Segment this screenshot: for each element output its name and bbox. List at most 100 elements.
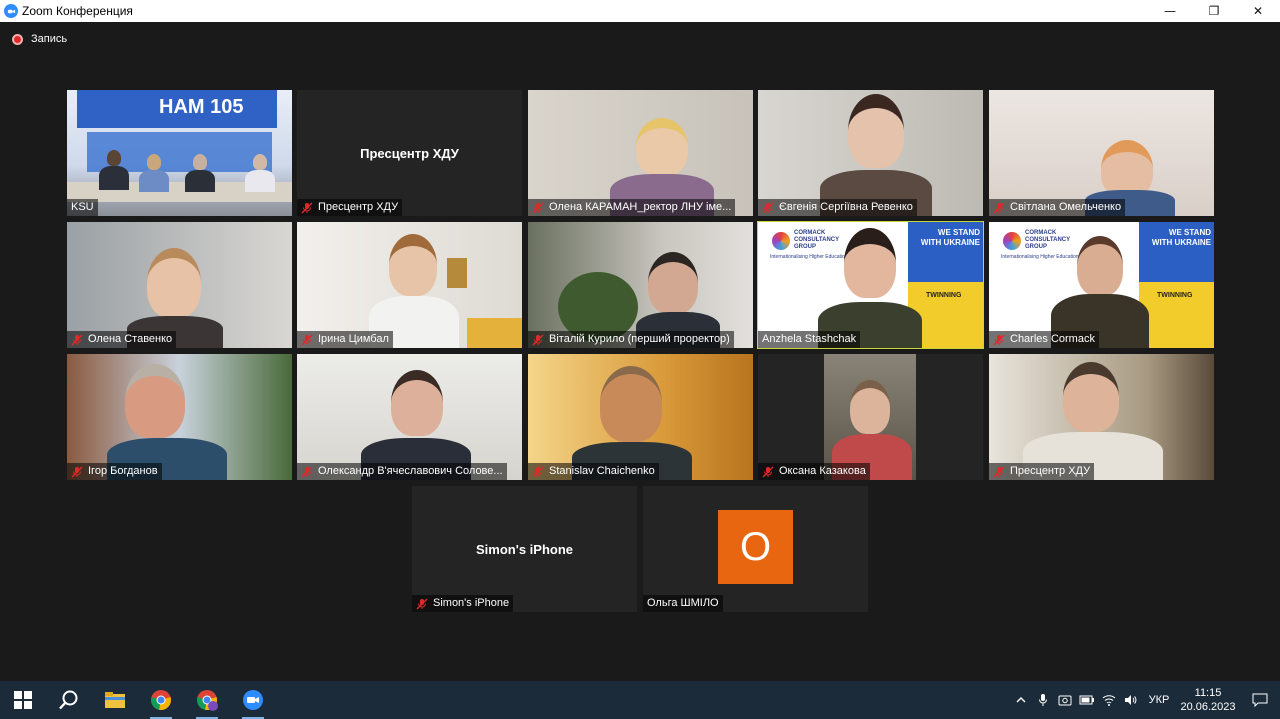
recording-indicator[interactable]: Запись [12, 33, 67, 45]
muted-mic-icon [301, 466, 313, 477]
participant-name-label: Stanislav Chaichenko [528, 463, 659, 480]
participant-tile-8-active-speaker[interactable]: CORMACK CONSULTANCY GROUP Internationali… [757, 221, 984, 349]
participant-display-name: Simon's iPhone [476, 541, 573, 557]
banner-text: НАМ 105 [159, 96, 244, 118]
muted-mic-icon [71, 466, 83, 477]
participant-tile-3[interactable]: Євгенія Сергіївна Ревенко [758, 90, 983, 216]
participant-name: Пресцентр ХДУ [318, 201, 399, 213]
participant-tile-13[interactable]: Оксана Казакова [758, 354, 983, 480]
avatar: О [718, 510, 793, 584]
microphone-icon[interactable] [1032, 681, 1054, 719]
window-title: Zoom Конференция [22, 4, 133, 18]
participant-name: Пресцентр ХДУ [1010, 465, 1091, 477]
battery-icon[interactable] [1076, 681, 1098, 719]
record-icon [12, 33, 23, 45]
participant-name: Олена Ставенко [88, 333, 173, 345]
participant-name: Олександр В'ячеславович Солове... [318, 465, 503, 477]
participant-name: Світлана Омельченко [1010, 201, 1122, 213]
participant-name: Stanislav Chaichenko [549, 465, 655, 477]
participant-name-label: Ольга ШМІЛО [643, 595, 723, 612]
participant-tile-6[interactable]: Ірина Цимбал [297, 222, 522, 348]
muted-mic-icon [762, 202, 774, 213]
notification-icon[interactable] [1240, 681, 1280, 719]
participant-name-label: Олександр В'ячеславович Солове... [297, 463, 507, 480]
participant-name-label: Світлана Омельченко [989, 199, 1126, 216]
maximize-button[interactable]: ❐ [1192, 0, 1236, 22]
participant-tile-12[interactable]: Stanislav Chaichenko [528, 354, 753, 480]
participant-name: KSU [71, 201, 94, 213]
search-icon[interactable] [46, 681, 92, 719]
banner-sub-text: Internationalising Higher Education [1001, 254, 1079, 260]
muted-mic-icon [532, 202, 544, 213]
participant-name-label: Simon's iPhone [412, 595, 514, 612]
banner-sub-text: Internationalising Higher Education [770, 254, 848, 260]
participant-tile-14[interactable]: Пресцентр ХДУ [989, 354, 1214, 480]
participant-display-name: Пресцентр ХДУ [360, 145, 459, 161]
clock-date: 20.06.2023 [1180, 701, 1236, 713]
close-button[interactable]: ✕ [1236, 0, 1280, 22]
participant-name-label: Ірина Цимбал [297, 331, 393, 348]
participant-tile-7[interactable]: Віталій Курило (перший проректор) [528, 222, 753, 348]
participant-name-label: KSU [67, 199, 98, 216]
participant-name: Віталій Курило (перший проректор) [549, 333, 730, 345]
muted-mic-icon [416, 598, 428, 609]
participant-name-label: Оксана Казакова [758, 463, 870, 480]
minimize-button[interactable]: — [1148, 0, 1192, 22]
participant-tile-15[interactable]: Simon's iPhone Simon's iPhone [412, 486, 637, 612]
participant-tile-1[interactable]: Пресцентр ХДУ Пресцентр ХДУ [297, 90, 522, 216]
windows-start-icon[interactable] [0, 681, 46, 719]
file-explorer-icon[interactable] [92, 681, 138, 719]
meeting-gallery: Запись НАМ 105 KSU Пресцентр ХДУ Пресцен… [0, 22, 1280, 681]
zoom-taskbar-icon[interactable] [230, 681, 276, 719]
participant-name: Anzhela Stashchak [762, 333, 857, 345]
muted-mic-icon [301, 334, 313, 345]
clock[interactable]: 11:15 20.06.2023 [1176, 686, 1240, 714]
participant-tile-5[interactable]: Олена Ставенко [67, 222, 292, 348]
banner-right-text: WE STAND WITH UKRAINE [920, 228, 980, 247]
participant-name-label: Євгенія Сергіївна Ревенко [758, 199, 917, 216]
participant-name-label: Charles Cormack [989, 331, 1099, 348]
participant-name-label: Пресцентр ХДУ [989, 463, 1095, 480]
chrome-icon[interactable] [138, 681, 184, 719]
muted-mic-icon [532, 466, 544, 477]
participant-name: Оксана Казакова [779, 465, 866, 477]
volume-icon[interactable] [1120, 681, 1142, 719]
camera-icon[interactable] [1054, 681, 1076, 719]
participant-name: Simon's iPhone [433, 597, 510, 609]
chevron-up-icon[interactable] [1010, 681, 1032, 719]
participant-name-label: Олена Ставенко [67, 331, 177, 348]
participant-tile-9[interactable]: CORMACK CONSULTANCY GROUP Internationali… [989, 222, 1214, 348]
participant-name: Євгенія Сергіївна Ревенко [779, 201, 913, 213]
recording-label: Запись [31, 33, 68, 45]
participant-name: Ірина Цимбал [318, 333, 389, 345]
participant-name-label: Олена КАРАМАН_ректор ЛНУ іме... [528, 199, 736, 216]
participant-tile-2[interactable]: Олена КАРАМАН_ректор ЛНУ іме... [528, 90, 753, 216]
system-tray: УКР 11:15 20.06.2023 [1010, 681, 1280, 719]
participant-tile-4[interactable]: Світлана Омельченко [989, 90, 1214, 216]
windows-taskbar: УКР 11:15 20.06.2023 [0, 681, 1280, 719]
participant-name: Ігор Богданов [88, 465, 158, 477]
participant-tile-10[interactable]: Ігор Богданов [67, 354, 292, 480]
muted-mic-icon [762, 466, 774, 477]
zoom-app-icon [4, 4, 18, 18]
participant-name: Charles Cormack [1010, 333, 1095, 345]
participant-tile-16[interactable]: О Ольга ШМІЛО [643, 486, 868, 612]
wifi-icon[interactable] [1098, 681, 1120, 719]
muted-mic-icon [993, 466, 1005, 477]
muted-mic-icon [71, 334, 83, 345]
cormack-logo-icon [1003, 232, 1021, 250]
participant-name-label: Anzhela Stashchak [758, 331, 861, 348]
participant-tile-11[interactable]: Олександр В'ячеславович Солове... [297, 354, 522, 480]
banner-left-text: CORMACK CONSULTANCY GROUP [794, 230, 839, 250]
participant-name-label: Віталій Курило (перший проректор) [528, 331, 734, 348]
participant-name: Ольга ШМІЛО [647, 597, 719, 609]
input-language[interactable]: УКР [1142, 694, 1176, 706]
participant-tile-0[interactable]: НАМ 105 KSU [67, 90, 292, 216]
banner-logo-text: TWINNING [1157, 292, 1193, 299]
chrome-profile-icon[interactable] [184, 681, 230, 719]
banner-right-text: WE STAND WITH UKRAINE [1151, 228, 1211, 247]
banner-left-text: CORMACK CONSULTANCY GROUP [1025, 230, 1070, 250]
clock-time: 11:15 [1194, 687, 1222, 699]
banner-logo-text: TWINNING [926, 292, 962, 299]
participant-name-label: Пресцентр ХДУ [297, 199, 403, 216]
